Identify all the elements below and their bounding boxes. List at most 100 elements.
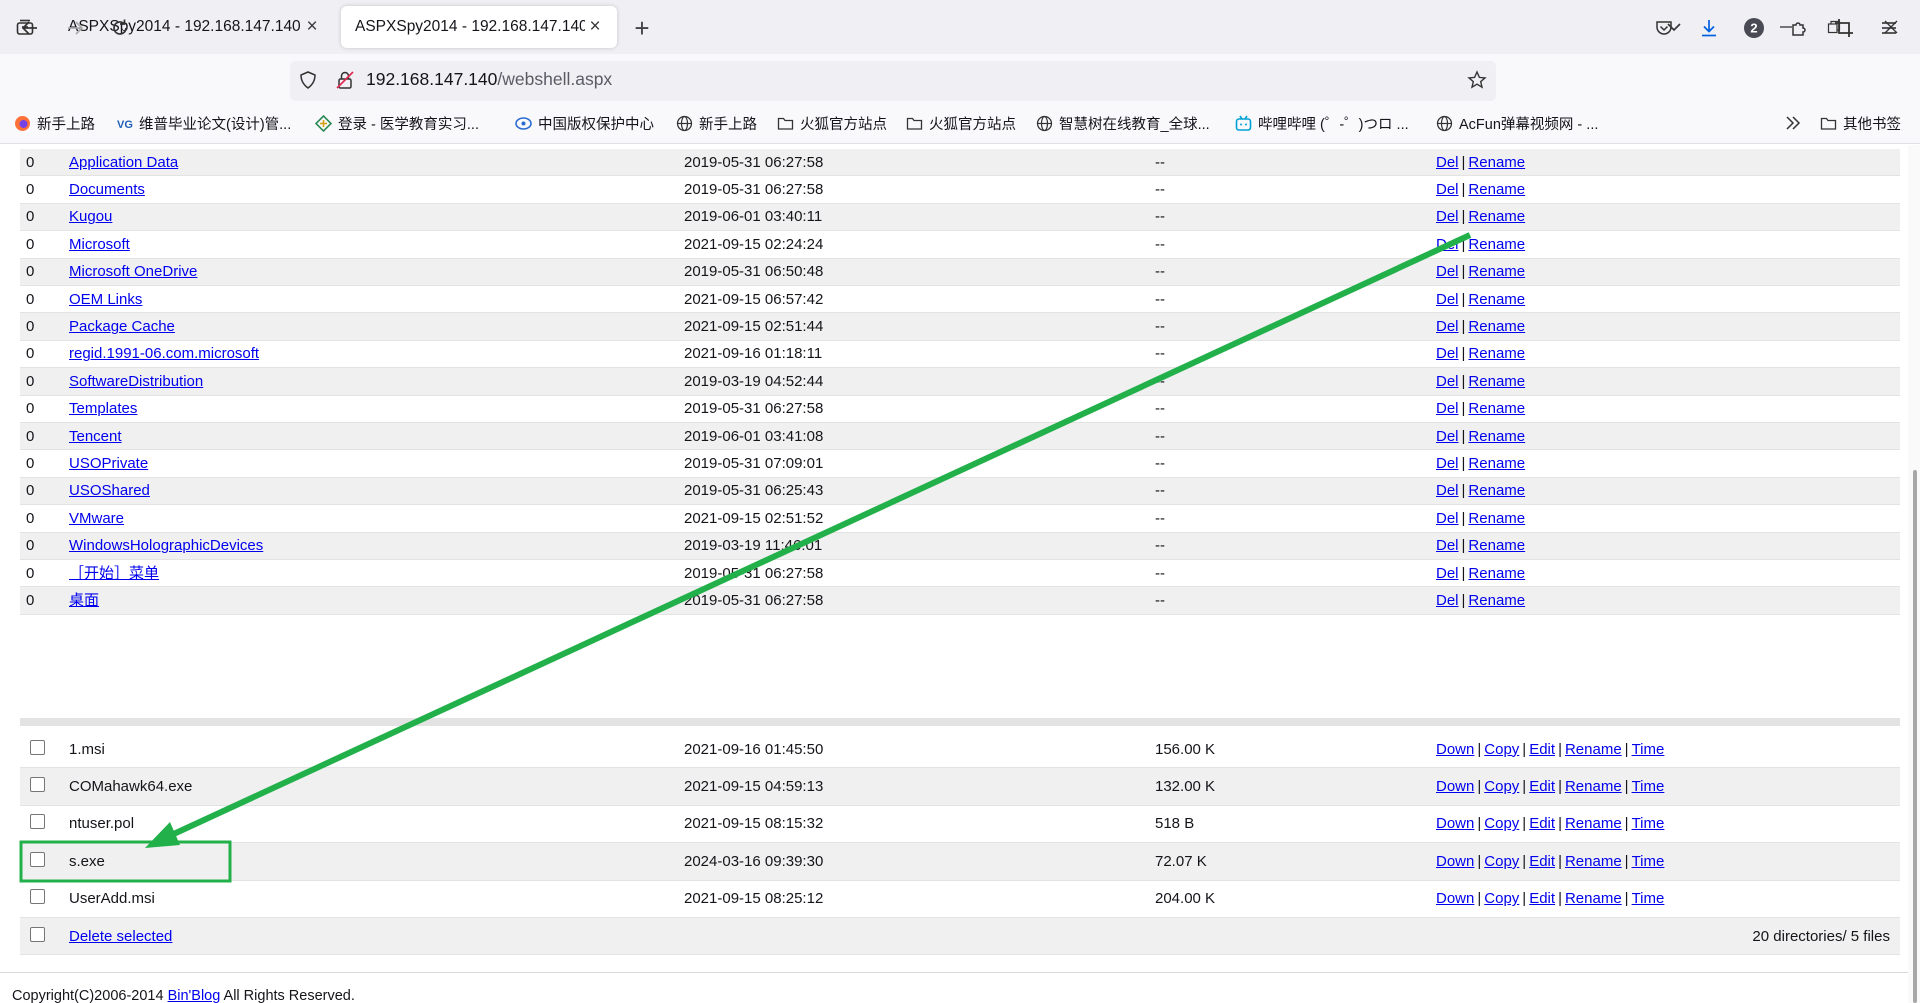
- edit-link[interactable]: Edit: [1529, 890, 1555, 907]
- del-link[interactable]: Del: [1436, 154, 1459, 171]
- account-badge-icon[interactable]: 2: [1739, 13, 1769, 43]
- forward-icon[interactable]: [60, 13, 90, 43]
- del-link[interactable]: Del: [1436, 291, 1459, 308]
- bookmark-item[interactable]: AcFun弹幕视频网 - ...: [1436, 112, 1598, 134]
- directory-link[interactable]: Microsoft: [69, 236, 130, 254]
- directory-link[interactable]: OEM Links: [69, 291, 142, 309]
- delete-selected-link[interactable]: Delete selected: [69, 928, 172, 946]
- directory-link[interactable]: Kugou: [69, 208, 112, 226]
- del-link[interactable]: Del: [1436, 181, 1459, 198]
- time-link[interactable]: Time: [1632, 741, 1665, 758]
- directory-link[interactable]: Templates: [69, 400, 137, 418]
- back-icon[interactable]: [15, 13, 45, 43]
- time-link[interactable]: Time: [1632, 815, 1665, 832]
- bookmark-folder[interactable]: 火狐官方站点: [777, 112, 887, 134]
- tab-inactive[interactable]: ASPXSpy2014 - 192.168.147.140 ×: [54, 6, 334, 48]
- rename-link[interactable]: Rename: [1468, 455, 1525, 472]
- edit-link[interactable]: Edit: [1529, 815, 1555, 832]
- bookmark-item[interactable]: 登录 - 医学教育实习...: [315, 112, 479, 134]
- select-all-checkbox[interactable]: [30, 926, 45, 942]
- directory-link[interactable]: VMware: [69, 510, 124, 528]
- directory-link[interactable]: USOPrivate: [69, 455, 148, 473]
- edit-link[interactable]: Edit: [1529, 741, 1555, 758]
- directory-link[interactable]: WindowsHolographicDevices: [69, 537, 263, 555]
- directory-link[interactable]: Tencent: [69, 428, 122, 446]
- del-link[interactable]: Del: [1436, 400, 1459, 417]
- bookmark-item[interactable]: 新手上路: [676, 112, 757, 134]
- del-link[interactable]: Del: [1436, 236, 1459, 253]
- rename-link[interactable]: Rename: [1468, 236, 1525, 253]
- del-link[interactable]: Del: [1436, 455, 1459, 472]
- copy-link[interactable]: Copy: [1484, 815, 1519, 832]
- bookmark-item[interactable]: 哔哩哔哩 (゜-゜)つロ ...: [1235, 112, 1409, 134]
- del-link[interactable]: Del: [1436, 345, 1459, 362]
- rename-link[interactable]: Rename: [1468, 537, 1525, 554]
- tab-close-icon[interactable]: ×: [302, 16, 322, 37]
- directory-link[interactable]: Application Data: [69, 154, 178, 172]
- rename-link[interactable]: Rename: [1468, 428, 1525, 445]
- rename-link[interactable]: Rename: [1565, 890, 1622, 907]
- edit-link[interactable]: Edit: [1529, 778, 1555, 795]
- time-link[interactable]: Time: [1632, 890, 1665, 907]
- del-link[interactable]: Del: [1436, 263, 1459, 280]
- directory-link[interactable]: Microsoft OneDrive: [69, 263, 197, 281]
- bookmarks-overflow-icon[interactable]: [1784, 112, 1802, 134]
- pocket-icon[interactable]: [1649, 13, 1679, 43]
- del-link[interactable]: Del: [1436, 537, 1459, 554]
- del-link[interactable]: Del: [1436, 565, 1459, 582]
- rename-link[interactable]: Rename: [1565, 853, 1622, 870]
- menu-hamburger-icon[interactable]: [1874, 13, 1904, 43]
- rename-link[interactable]: Rename: [1468, 373, 1525, 390]
- down-link[interactable]: Down: [1436, 853, 1474, 870]
- del-link[interactable]: Del: [1436, 510, 1459, 527]
- directory-link[interactable]: 桌面: [69, 592, 99, 610]
- down-link[interactable]: Down: [1436, 815, 1474, 832]
- rename-link[interactable]: Rename: [1565, 741, 1622, 758]
- file-checkbox[interactable]: [30, 814, 45, 830]
- bookmark-item[interactable]: 新手上路: [14, 112, 95, 134]
- screenshot-crop-icon[interactable]: [1829, 13, 1859, 43]
- bookmark-item[interactable]: VG 维普毕业论文(设计)管...: [116, 112, 291, 134]
- rename-link[interactable]: Rename: [1468, 291, 1525, 308]
- insecure-lock-icon[interactable]: [330, 65, 360, 95]
- file-checkbox[interactable]: [30, 851, 45, 867]
- rename-link[interactable]: Rename: [1468, 318, 1525, 335]
- del-link[interactable]: Del: [1436, 482, 1459, 499]
- tracking-protection-icon[interactable]: [293, 65, 323, 95]
- time-link[interactable]: Time: [1632, 853, 1665, 870]
- del-link[interactable]: Del: [1436, 373, 1459, 390]
- copy-link[interactable]: Copy: [1484, 778, 1519, 795]
- bookmark-star-icon[interactable]: [1462, 65, 1492, 95]
- directory-link[interactable]: regid.1991-06.com.microsoft: [69, 345, 259, 363]
- del-link[interactable]: Del: [1436, 428, 1459, 445]
- rename-link[interactable]: Rename: [1468, 345, 1525, 362]
- directory-link[interactable]: SoftwareDistribution: [69, 373, 203, 391]
- copy-link[interactable]: Copy: [1484, 853, 1519, 870]
- file-checkbox[interactable]: [30, 739, 45, 755]
- down-link[interactable]: Down: [1436, 778, 1474, 795]
- rename-link[interactable]: Rename: [1468, 510, 1525, 527]
- url-text[interactable]: 192.168.147.140/webshell.aspx: [366, 69, 612, 90]
- down-link[interactable]: Down: [1436, 890, 1474, 907]
- bookmark-folder[interactable]: 火狐官方站点: [906, 112, 1016, 134]
- bookmark-item[interactable]: 中国版权保护中心: [515, 112, 654, 134]
- rename-link[interactable]: Rename: [1565, 778, 1622, 795]
- directory-link[interactable]: USOShared: [69, 482, 150, 500]
- directory-link[interactable]: Package Cache: [69, 318, 175, 336]
- new-tab-icon[interactable]: +: [628, 13, 656, 43]
- rename-link[interactable]: Rename: [1468, 263, 1525, 280]
- rename-link[interactable]: Rename: [1468, 208, 1525, 225]
- tab-close-icon[interactable]: ×: [585, 16, 605, 37]
- file-checkbox[interactable]: [30, 777, 45, 793]
- rename-link[interactable]: Rename: [1565, 815, 1622, 832]
- down-link[interactable]: Down: [1436, 741, 1474, 758]
- other-bookmarks-folder[interactable]: 其他书签: [1820, 112, 1901, 134]
- copy-link[interactable]: Copy: [1484, 741, 1519, 758]
- directory-link[interactable]: ［开始］菜单: [69, 565, 159, 583]
- directory-link[interactable]: Documents: [69, 181, 145, 199]
- page-scrollbar-thumb[interactable]: [1913, 470, 1917, 1003]
- binblog-link[interactable]: Bin'Blog: [168, 988, 221, 1003]
- reload-icon[interactable]: [105, 13, 135, 43]
- rename-link[interactable]: Rename: [1468, 400, 1525, 417]
- file-checkbox[interactable]: [30, 889, 45, 905]
